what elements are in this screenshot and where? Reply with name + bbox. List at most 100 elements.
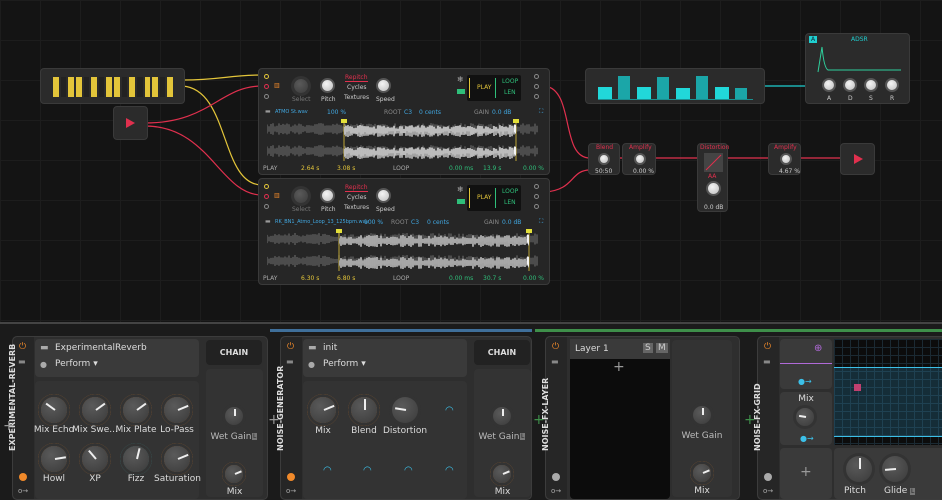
steps-modulator[interactable]: [585, 68, 765, 104]
amplify-knob[interactable]: [634, 153, 646, 165]
port[interactable]: [264, 94, 269, 99]
pattern-step[interactable]: [122, 77, 128, 97]
add-device-button[interactable]: +: [3, 418, 15, 434]
param-knob[interactable]: [164, 397, 190, 423]
adsr-knob-d[interactable]: [843, 78, 857, 92]
link-badge[interactable]: L: [520, 433, 525, 440]
gain-value[interactable]: 0.0 dB: [502, 219, 521, 226]
select-knob[interactable]: [294, 189, 308, 203]
power-icon[interactable]: ⏻: [287, 342, 294, 352]
step-bars[interactable]: [598, 72, 753, 100]
param-knob[interactable]: [164, 446, 190, 472]
pattern-step[interactable]: [99, 77, 105, 97]
pattern-step[interactable]: [129, 77, 135, 97]
folder-icon[interactable]: ▬: [18, 357, 26, 366]
grid-input-icon[interactable]: ⊕: [814, 343, 822, 354]
step-bar[interactable]: [637, 87, 651, 99]
play-mode[interactable]: PLAY: [477, 194, 491, 201]
step-bar[interactable]: [715, 87, 729, 99]
expand-icon[interactable]: ⛶: [539, 218, 543, 226]
select-knob[interactable]: [294, 79, 308, 93]
end-time[interactable]: 3.08 s: [337, 165, 355, 172]
preset-header[interactable]: ▬ ExperimentalReverb ● Perform ▾: [35, 339, 199, 377]
device-name[interactable]: NOISE-FX-GRID: [753, 321, 762, 451]
loop-mode[interactable]: LOOP: [502, 78, 518, 85]
pattern-step[interactable]: [167, 77, 173, 97]
pitch-knob[interactable]: [320, 78, 335, 93]
wet-gain-knob[interactable]: [693, 406, 711, 424]
mix-knob[interactable]: [796, 408, 814, 426]
folder-icon[interactable]: ▬: [265, 108, 271, 115]
root-cents[interactable]: 0 cents: [427, 219, 449, 226]
port[interactable]: [534, 184, 539, 189]
pattern-step[interactable]: [152, 77, 158, 97]
link-badge[interactable]: L: [910, 488, 915, 495]
step-bar[interactable]: [676, 88, 690, 99]
param-knob[interactable]: [123, 446, 149, 472]
port[interactable]: [264, 74, 269, 79]
adsr-knob-a[interactable]: [822, 78, 836, 92]
start-time[interactable]: 6.30 s: [301, 275, 319, 282]
sample-file[interactable]: RK_BN1_Atmo_Loop_13_125bpm.wav: [275, 219, 369, 225]
sample-file[interactable]: ATMO St.wav: [275, 109, 308, 115]
empty-slot-icon[interactable]: ◠: [363, 465, 372, 476]
mode-cycles[interactable]: Cycles: [347, 84, 367, 91]
play-mode[interactable]: PLAY: [477, 84, 491, 91]
key-icon[interactable]: o→: [18, 487, 28, 495]
device-name[interactable]: NOISE-FX-LAYER: [541, 321, 550, 451]
freeze-icon[interactable]: ❄: [457, 75, 464, 84]
root-cents[interactable]: 0 cents: [419, 109, 441, 116]
loop-percent[interactable]: 0.00 %: [523, 275, 544, 282]
param-knob[interactable]: [392, 397, 418, 423]
sampler-node[interactable]: ▥ Select Pitch Repitch Cycles Textures S…: [258, 68, 550, 175]
loop-percent[interactable]: 0.00 %: [523, 165, 544, 172]
empty-slot-icon[interactable]: ◠: [323, 465, 332, 476]
speed-knob[interactable]: [376, 78, 391, 93]
end-time[interactable]: 6.80 s: [337, 275, 355, 282]
empty-slot-icon[interactable]: ◠: [404, 465, 413, 476]
preset-name[interactable]: ExperimentalReverb: [55, 343, 147, 353]
amplify-knob[interactable]: [780, 153, 792, 165]
empty-slot-icon[interactable]: ◠: [445, 405, 454, 416]
pattern-step[interactable]: [106, 77, 112, 97]
param-knob[interactable]: [82, 397, 108, 423]
link-badge[interactable]: L: [252, 433, 257, 440]
mix-knob[interactable]: [225, 465, 243, 483]
freeze-icon[interactable]: ❄: [457, 185, 464, 194]
adsr-node[interactable]: A ADSR ADSR: [805, 33, 910, 104]
modulator-icon[interactable]: [287, 473, 295, 481]
mode-textures[interactable]: Textures: [344, 204, 369, 211]
param-knob[interactable]: [123, 397, 149, 423]
port[interactable]: [534, 194, 539, 199]
speed-percent[interactable]: 100 %: [327, 109, 346, 116]
pattern-step[interactable]: [91, 77, 97, 97]
step-bar[interactable]: [696, 76, 708, 99]
layer-row[interactable]: Layer 1 S M: [570, 339, 670, 359]
step-bar[interactable]: [657, 77, 669, 99]
port[interactable]: [264, 84, 269, 89]
wet-gain-knob[interactable]: [493, 407, 511, 425]
device-name[interactable]: NOISE-GENERATOR: [276, 321, 285, 451]
pitch-knob[interactable]: [846, 456, 872, 482]
param-knob[interactable]: [351, 397, 377, 423]
loop-mode[interactable]: LOOP: [502, 188, 518, 195]
add-button[interactable]: +: [800, 464, 812, 480]
pattern-step[interactable]: [53, 77, 59, 97]
mix-knob[interactable]: [693, 464, 711, 482]
gain-value[interactable]: 0.0 dB: [492, 109, 511, 116]
chain-button[interactable]: CHAIN: [206, 340, 262, 365]
param-knob[interactable]: [310, 397, 336, 423]
power-icon[interactable]: ⏻: [764, 342, 771, 352]
expand-icon[interactable]: ⛶: [539, 108, 543, 116]
power-icon[interactable]: ⏻: [552, 342, 559, 352]
pattern-steps[interactable]: [53, 77, 173, 97]
pattern-step[interactable]: [160, 77, 166, 97]
power-icon[interactable]: ⏻: [19, 342, 26, 352]
blend-knob[interactable]: [598, 153, 610, 165]
distortion-knob[interactable]: [706, 181, 721, 196]
adsr-envelope[interactable]: [816, 44, 901, 74]
add-device-button[interactable]: +: [744, 412, 756, 428]
page-selector[interactable]: Perform ▾: [323, 359, 366, 369]
modulator-icon[interactable]: [552, 473, 560, 481]
key-icon[interactable]: o→: [763, 487, 773, 495]
